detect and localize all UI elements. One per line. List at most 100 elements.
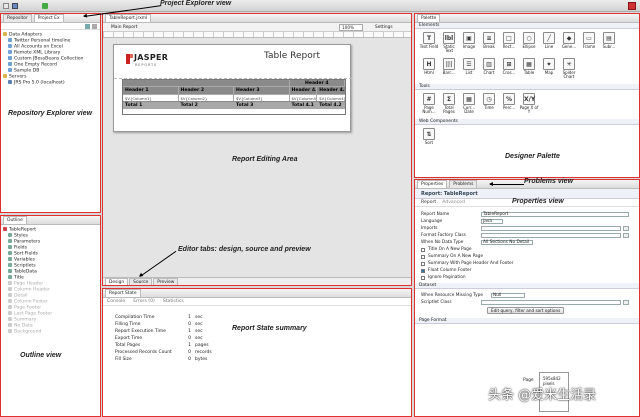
palette-item-label: Cros... (502, 70, 516, 75)
save-icon[interactable] (12, 3, 18, 9)
tab-report-state[interactable]: Report State (105, 289, 141, 297)
report-name-input[interactable]: TableReport (481, 211, 629, 218)
palette-item[interactable]: T Text Field (419, 30, 439, 56)
zoom-combo[interactable]: 100% (339, 24, 363, 31)
tab-outline[interactable]: Outline (3, 216, 27, 224)
palette-item-label: Time (484, 105, 494, 110)
tab-project-explorer[interactable]: Project Ex (33, 14, 64, 22)
subtab-statistics[interactable]: Statistics (163, 298, 184, 305)
field-3[interactable]: $V{Column3} (234, 95, 290, 101)
annotation-properties: Properties view (512, 198, 564, 205)
checkbox[interactable] (421, 254, 425, 259)
report-option-row[interactable]: Float Column Footer (421, 267, 633, 274)
palette-item[interactable]: ⊞ Cros... (499, 56, 519, 82)
palette-item[interactable]: ▣ Image (459, 30, 479, 56)
subtab-advanced[interactable]: Advanced (442, 199, 465, 206)
palette-item-icon: X/Y (523, 93, 535, 105)
settings-button[interactable]: Settings (375, 24, 393, 31)
imports-input[interactable] (481, 225, 621, 232)
scriptlet-class-input[interactable] (481, 299, 621, 306)
statistics-row: Processed Records Count 0 records (115, 349, 411, 356)
tab-problems[interactable]: Problems (449, 180, 478, 188)
tab-palette[interactable]: Palette (417, 14, 441, 22)
tab-design[interactable]: Design (105, 278, 129, 285)
palette-item[interactable]: # Page Num... (419, 91, 439, 117)
palette-item[interactable]: ○ Ellipse (519, 30, 539, 56)
checkbox[interactable] (421, 268, 425, 273)
page-format-section-header[interactable]: Page Format (415, 318, 639, 324)
field-2[interactable]: $V{Column2} (179, 95, 234, 101)
field-5[interactable]: $V{Column4} (317, 95, 345, 101)
perspective-icon[interactable] (628, 2, 636, 10)
when-no-data-select[interactable]: All Sections No Detail (481, 239, 533, 246)
report-option-row[interactable]: Summary With Page Header And Footer (421, 260, 633, 267)
when-resource-missing-select[interactable]: Null (491, 292, 525, 299)
tab-preview[interactable]: Preview (153, 278, 179, 285)
format-factory-input[interactable] (481, 232, 621, 239)
palette-item[interactable]: ▤ Subr... (599, 30, 619, 56)
palette-item[interactable]: ▦ Curr... Date (459, 91, 479, 117)
tab-properties[interactable]: Properties (417, 180, 448, 188)
field-4[interactable]: $V{Column4} (290, 95, 318, 101)
outline-item-label: Detail (14, 293, 28, 299)
palette-item[interactable]: ⌖ Map (539, 56, 559, 82)
row-report-name: Report Name TableReport (421, 211, 633, 218)
palette-item[interactable]: □ Rect... (499, 30, 519, 56)
checkbox[interactable] (421, 275, 425, 280)
subtab-console[interactable]: Console (107, 298, 125, 305)
palette-item[interactable]: ◷ Time (479, 91, 499, 117)
palette-item[interactable]: % Perc... (499, 91, 519, 117)
palette-item-icon: Σ (443, 93, 455, 105)
collapse-icon[interactable] (85, 24, 90, 29)
palette-item[interactable]: ◆ Gene... (559, 30, 579, 56)
tab-repository[interactable]: Repositor (3, 14, 32, 22)
palette-item[interactable]: ⇅ Sort (419, 126, 439, 152)
new-icon[interactable] (3, 3, 9, 9)
tab-report-file[interactable]: TableReport.jrxml (105, 14, 152, 22)
palette-item[interactable]: H Html (419, 56, 439, 82)
palette-item[interactable]: ▦ Table (519, 56, 539, 82)
breadcrumb[interactable]: Main Report (111, 24, 137, 31)
repository-item[interactable]: JRS Pro 5.0 (localhost) (3, 80, 98, 86)
palette-item[interactable]: ☰ List (459, 56, 479, 82)
run-icon[interactable] (42, 3, 48, 9)
palette-item[interactable]: ≡ Break (479, 30, 499, 56)
edit-query-button[interactable]: Edit query, filter and sort options (487, 307, 565, 314)
table-total-row: Total 1 Total 2 Total 3 Total 4.1 Total … (123, 101, 345, 109)
scriptlet-browse-button[interactable] (623, 299, 629, 306)
checkbox[interactable] (421, 247, 425, 252)
view-menu-icon[interactable] (92, 24, 97, 29)
palette-item-label: Text Field (419, 44, 439, 49)
subtab-errors[interactable]: Errors (0) (133, 298, 155, 305)
language-select[interactable]: java (481, 218, 503, 225)
outline-item-label: Parameters (14, 239, 41, 245)
band-icon (8, 305, 12, 309)
palette-item[interactable]: ||| Barc... (439, 56, 459, 82)
report-option-row[interactable]: Ignore Pagination (421, 274, 633, 281)
tab-source[interactable]: Source (129, 278, 153, 285)
palette-item[interactable]: ▥ Chart (479, 56, 499, 82)
palette-item[interactable]: Σ Total Pages (439, 91, 459, 117)
palette-item-icon: H (423, 58, 435, 70)
outline-item-label: Scriptlets (14, 263, 36, 269)
subtab-report[interactable]: Report (421, 199, 436, 206)
report-option-row[interactable]: Title On A New Page (421, 246, 633, 253)
field-1[interactable]: $V{Column1} (123, 95, 179, 101)
repository-tree: Data Adapters Twitter Personal timeline Al… (1, 30, 100, 86)
imports-browse-button[interactable] (623, 225, 629, 232)
band-icon (8, 257, 12, 261)
scriptlet-class-label: Scriptlet Class (421, 300, 452, 305)
statistics-row: Compilation Time 1 sec (115, 314, 411, 321)
palette-item[interactable]: X/Y Page X of Y (519, 91, 539, 117)
checkbox[interactable] (421, 261, 425, 266)
outline-item[interactable]: Background (3, 329, 98, 335)
palette-item[interactable]: ▭ Frame (579, 30, 599, 56)
palette-item[interactable]: ╱ Line (539, 30, 559, 56)
palette-item-icon: % (503, 93, 515, 105)
report-option-row[interactable]: Summary On A New Page (421, 253, 633, 260)
band-icon (8, 275, 12, 279)
palette-item[interactable]: lbl Static Text (439, 30, 459, 56)
repository-item-label: Data Adapters (9, 32, 43, 38)
format-factory-browse-button[interactable] (623, 232, 629, 239)
palette-item[interactable]: ✳ Spider Chart (559, 56, 579, 82)
